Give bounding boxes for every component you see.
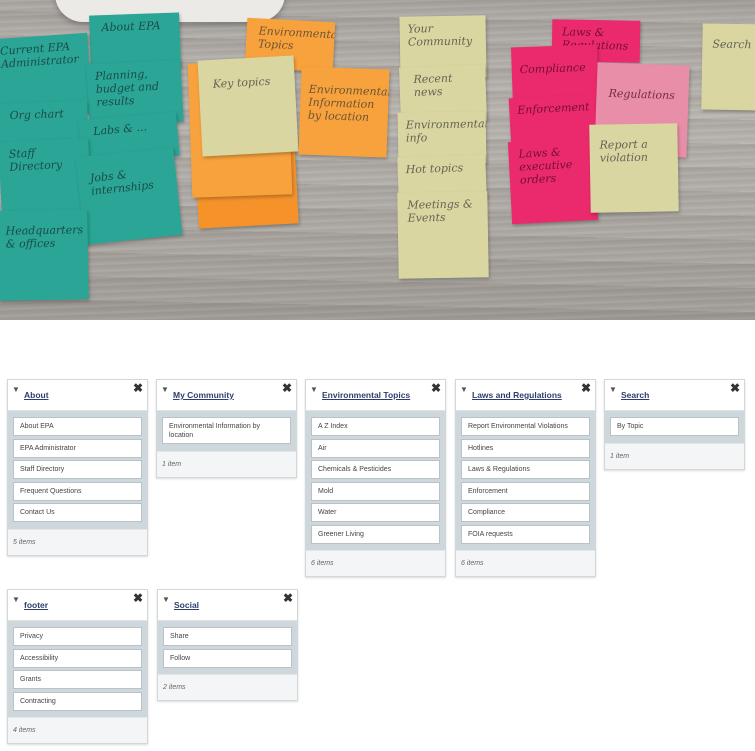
card-item[interactable]: Chemicals & Pesticides bbox=[311, 460, 440, 479]
close-icon[interactable]: ✖ bbox=[133, 591, 143, 605]
close-icon[interactable]: ✖ bbox=[730, 381, 740, 395]
category-card[interactable]: ▼ Social ✖ Share Follow 2 items bbox=[157, 589, 298, 701]
category-card[interactable]: ▼ About ✖ About EPA EPA Administrator Staff D… bbox=[7, 379, 148, 556]
caret-down-icon[interactable]: ▼ bbox=[609, 385, 617, 394]
caret-down-icon[interactable]: ▼ bbox=[161, 385, 169, 394]
sticky-note: Laws & executive orders bbox=[507, 137, 599, 225]
card-item[interactable]: Share bbox=[163, 627, 292, 646]
card-title[interactable]: About bbox=[24, 390, 49, 400]
sticky-notes-photo: About EPA Current EPA Administrator Plan… bbox=[0, 0, 755, 320]
card-title[interactable]: My Community bbox=[173, 390, 234, 400]
card-items: Report Environmental Violations Hotlines L… bbox=[456, 411, 595, 550]
card-item[interactable]: Air bbox=[311, 438, 440, 458]
card-header: ▼ Environmental Topics ✖ bbox=[306, 380, 445, 411]
sticky-note: Meetings & Events bbox=[397, 191, 489, 279]
sticky-note: Search bbox=[701, 23, 755, 111]
card-item[interactable]: Environmental Information by location bbox=[162, 417, 291, 444]
caret-down-icon[interactable]: ▼ bbox=[162, 595, 170, 604]
card-item[interactable]: Accessibility bbox=[13, 648, 142, 668]
card-item[interactable]: EPA Administrator bbox=[13, 438, 142, 458]
card-items: Share Follow bbox=[158, 621, 297, 674]
card-item[interactable]: Follow bbox=[163, 648, 292, 668]
category-card[interactable]: ▼ footer ✖ Privacy Accessibility Grants Contra… bbox=[7, 589, 148, 744]
card-title[interactable]: Laws and Regulations bbox=[472, 390, 562, 400]
card-item[interactable]: Frequent Questions bbox=[13, 481, 142, 501]
card-items: Privacy Accessibility Grants Contracting bbox=[8, 621, 147, 717]
item-count: 5 items bbox=[8, 528, 147, 555]
card-item[interactable]: Report Environmental Violations bbox=[461, 417, 590, 436]
caret-down-icon[interactable]: ▼ bbox=[12, 385, 20, 394]
card-header: ▼ footer ✖ bbox=[8, 590, 147, 621]
item-count: 1 item bbox=[605, 442, 744, 469]
close-icon[interactable]: ✖ bbox=[133, 381, 143, 395]
close-icon[interactable]: ✖ bbox=[282, 381, 292, 395]
card-header: ▼ Search ✖ bbox=[605, 380, 744, 411]
card-item[interactable]: Grants bbox=[13, 670, 142, 689]
card-item[interactable]: Enforcement bbox=[461, 481, 590, 501]
card-header: ▼ About ✖ bbox=[8, 380, 147, 411]
card-item[interactable]: Staff Directory bbox=[13, 460, 142, 479]
item-count: 2 items bbox=[158, 674, 297, 700]
sticky-note: Jobs & internships bbox=[75, 147, 183, 245]
card-item[interactable]: FOIA requests bbox=[461, 524, 590, 544]
card-item[interactable]: About EPA bbox=[13, 417, 142, 436]
close-icon[interactable]: ✖ bbox=[581, 381, 591, 395]
item-count: 6 items bbox=[456, 550, 595, 576]
caret-down-icon[interactable]: ▼ bbox=[310, 385, 318, 394]
card-item[interactable]: Contact Us bbox=[13, 503, 142, 522]
category-card[interactable]: ▼ My Community ✖ Environmental Information … bbox=[156, 379, 297, 478]
card-header: ▼ Laws and Regulations ✖ bbox=[456, 380, 595, 411]
sticky-note: Report a violation bbox=[589, 123, 679, 213]
card-items: A Z Index Air Chemicals & Pesticides Mold Wa… bbox=[306, 411, 445, 550]
sticky-note: Environmental Information by location bbox=[298, 66, 390, 158]
card-item[interactable]: Compliance bbox=[461, 503, 590, 522]
card-items: By Topic bbox=[605, 411, 744, 443]
card-header: ▼ My Community ✖ bbox=[157, 380, 296, 411]
card-item[interactable]: Laws & Regulations bbox=[461, 460, 590, 479]
card-item[interactable]: Mold bbox=[311, 481, 440, 501]
category-card[interactable]: ▼ Laws and Regulations ✖ Report Environment… bbox=[455, 379, 596, 577]
category-card[interactable]: ▼ Search ✖ By Topic 1 item bbox=[604, 379, 745, 470]
card-title[interactable]: footer bbox=[24, 600, 48, 610]
card-item[interactable]: Privacy bbox=[13, 627, 142, 646]
card-item[interactable]: Water bbox=[311, 503, 440, 522]
card-items: About EPA EPA Administrator Staff Director… bbox=[8, 411, 147, 529]
card-title[interactable]: Social bbox=[174, 600, 199, 610]
sticky-note: Headquarters & offices bbox=[0, 209, 89, 301]
close-icon[interactable]: ✖ bbox=[431, 381, 441, 395]
caret-down-icon[interactable]: ▼ bbox=[460, 385, 468, 394]
category-card[interactable]: ▼ Environmental Topics ✖ A Z Index Air Chemic… bbox=[305, 379, 446, 577]
item-count: 4 items bbox=[8, 717, 147, 743]
card-items: Environmental Information by location bbox=[157, 411, 296, 451]
card-item[interactable]: Greener Living bbox=[311, 524, 440, 544]
card-item[interactable]: By Topic bbox=[610, 417, 739, 436]
card-item[interactable]: Hotlines bbox=[461, 438, 590, 458]
card-header: ▼ Social ✖ bbox=[158, 590, 297, 621]
item-count: 6 items bbox=[306, 550, 445, 576]
card-title[interactable]: Environmental Topics bbox=[322, 390, 410, 400]
card-item[interactable]: A Z Index bbox=[311, 417, 440, 436]
caret-down-icon[interactable]: ▼ bbox=[12, 595, 20, 604]
item-count: 1 item bbox=[157, 450, 296, 477]
sticky-note: Key topics bbox=[197, 55, 299, 157]
card-title[interactable]: Search bbox=[621, 390, 649, 400]
close-icon[interactable]: ✖ bbox=[283, 591, 293, 605]
card-item[interactable]: Contracting bbox=[13, 691, 142, 711]
